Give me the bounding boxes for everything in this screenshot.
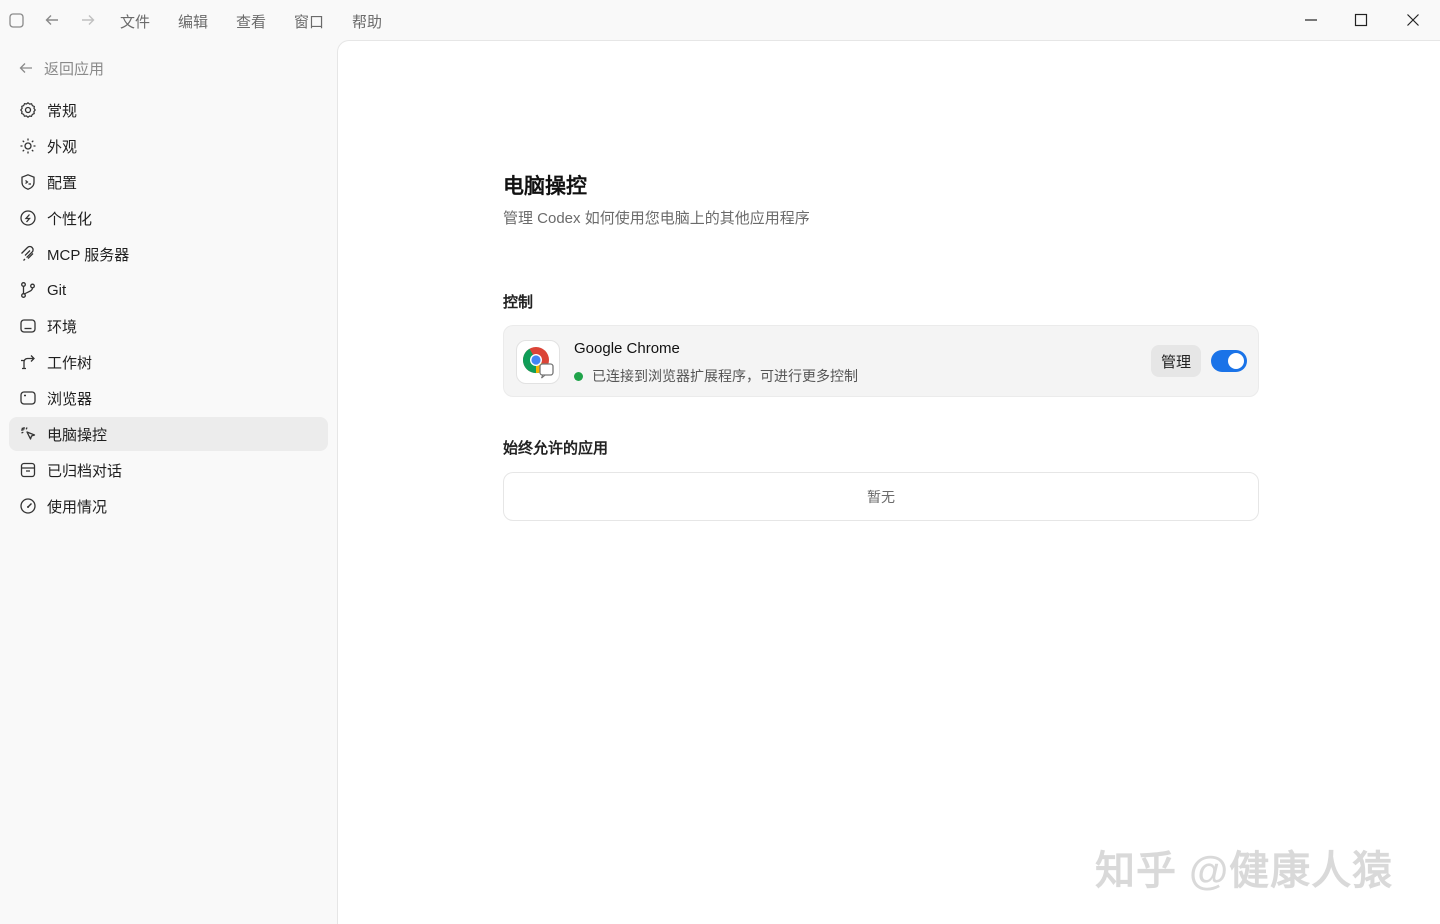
config-shield-icon [19,173,37,191]
page-subtitle: 管理 Codex 如何使用您电脑上的其他应用程序 [503,210,810,227]
sidebar-item-config[interactable]: 配置 [9,165,328,199]
sidebar-item-personalize[interactable]: 个性化 [9,201,328,235]
chrome-control-card: Google Chrome 已连接到浏览器扩展程序，可进行更多控制 管理 [503,325,1259,397]
menu-window[interactable]: 窗口 [294,11,324,32]
sidebar-item-usage[interactable]: 使用情况 [9,489,328,523]
close-button[interactable] [1401,8,1425,32]
sidebar-item-computer-control[interactable]: 电脑操控 [9,417,328,451]
sidebar-item-mcp[interactable]: MCP 服务器 [9,237,328,271]
status-dot-icon [574,371,583,381]
menu-view[interactable]: 查看 [236,11,266,32]
sidebar-item-git[interactable]: Git [9,273,328,307]
sidebar-item-label: 使用情况 [47,498,108,516]
back-arrow-icon[interactable] [42,10,62,30]
chrome-icon [516,340,560,384]
title-bar: 文件 编辑 查看 窗口 帮助 [0,0,1440,40]
git-branch-icon [19,281,37,299]
settings-main-panel: 电脑操控 管理 Codex 如何使用您电脑上的其他应用程序 控制 Google … [337,40,1440,924]
minimize-button[interactable] [1299,8,1323,32]
worktree-icon [19,353,37,371]
menu-file[interactable]: 文件 [120,11,150,32]
sidebar-item-browser[interactable]: 浏览器 [9,381,328,415]
connection-status: 已连接到浏览器扩展程序，可进行更多控制 [574,366,858,386]
computer-control-icon [19,425,37,443]
gauge-icon [19,497,37,515]
sidebar-item-label: 配置 [47,174,78,192]
back-to-app-label: 返回应用 [44,60,105,78]
sidebar-item-label: 常规 [47,102,78,120]
forward-arrow-icon[interactable] [78,10,98,30]
sun-icon [19,137,37,155]
sidebar-toggle-icon[interactable] [6,10,26,30]
settings-sidebar: 返回应用 常规 外观 配置 个性化 MCP 服务器 Git 环境 工作树 浏览器… [0,40,337,924]
empty-state-text: 暂无 [867,488,895,505]
sidebar-item-archived[interactable]: 已归档对话 [9,453,328,487]
manage-button[interactable]: 管理 [1150,345,1201,377]
sidebar-item-label: 电脑操控 [47,426,108,444]
chrome-control-toggle[interactable] [1211,350,1247,372]
back-to-app-link[interactable]: 返回应用 [18,57,104,79]
sidebar-item-label: 个性化 [47,210,93,228]
sidebar-item-general[interactable]: 常规 [9,93,328,127]
sidebar-item-environment[interactable]: 环境 [9,309,328,343]
sidebar-item-appearance[interactable]: 外观 [9,129,328,163]
sidebar-item-label: 已归档对话 [47,462,123,480]
archive-icon [19,461,37,479]
left-arrow-icon [19,63,32,73]
control-section-label: 控制 [503,294,534,311]
sidebar-item-label: 工作树 [47,354,93,372]
environment-icon [19,317,37,335]
allowed-apps-section-label: 始终允许的应用 [503,440,609,457]
gear-icon [19,101,37,119]
maximize-button[interactable] [1349,8,1373,32]
app-name: Google Chrome [574,340,680,357]
sidebar-item-label: Git [47,281,67,299]
browser-icon [19,389,37,407]
sidebar-item-label: 外观 [47,138,78,156]
sidebar-item-label: 浏览器 [47,390,93,408]
allowed-apps-empty-state: 暂无 [503,472,1259,521]
sidebar-item-worktree[interactable]: 工作树 [9,345,328,379]
personalize-icon [19,209,37,227]
watermark: 知乎 @健康人猿 [1095,849,1394,893]
mcp-icon [19,245,37,263]
menu-edit[interactable]: 编辑 [178,11,208,32]
page-title: 电脑操控 [503,175,587,198]
sidebar-item-label: 环境 [47,318,78,336]
sidebar-item-label: MCP 服务器 [47,246,130,264]
connection-status-text: 已连接到浏览器扩展程序，可进行更多控制 [592,368,858,384]
toggle-knob [1228,353,1244,369]
menu-help[interactable]: 帮助 [352,11,382,32]
